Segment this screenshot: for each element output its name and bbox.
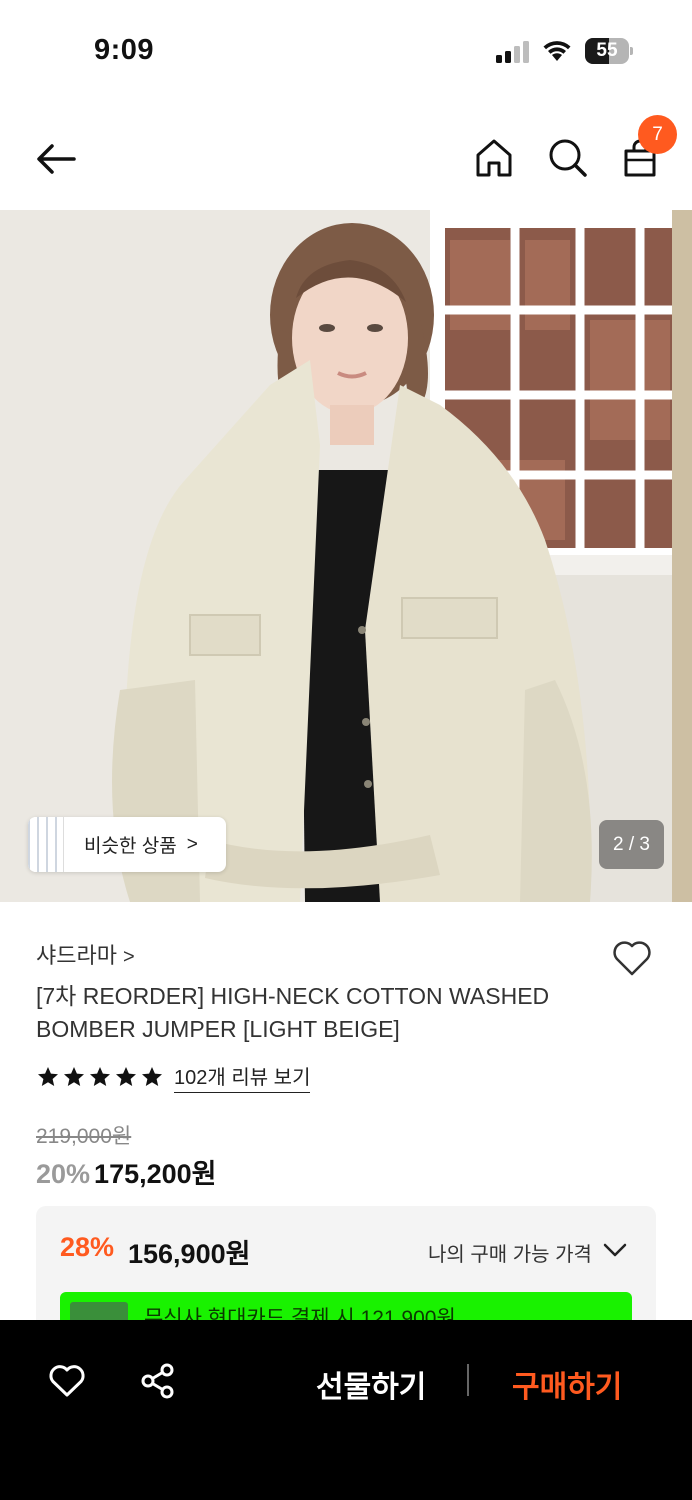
my-price-label: 나의 구매 가능 가격 — [428, 1244, 592, 1266]
best-price: 156,900원 — [128, 1239, 251, 1269]
star-icon — [38, 1067, 58, 1086]
star-icon — [142, 1067, 162, 1086]
star-rating — [36, 1065, 164, 1089]
similar-product-thumbnail — [28, 817, 64, 872]
star-icon — [64, 1067, 84, 1086]
star-icon — [116, 1067, 136, 1086]
sale-price: 175,200원 — [94, 1159, 217, 1189]
status-time: 9:09 — [94, 34, 155, 66]
product-image-gallery[interactable]: 2 / 3 — [0, 210, 692, 902]
chevron-right-icon: > — [122, 946, 135, 968]
original-price: 219,000원 — [36, 1125, 132, 1148]
discount-rate: 20% — [36, 1159, 91, 1189]
similar-products-button[interactable]: 비슷한 상품 > — [28, 817, 226, 872]
share-icon[interactable] — [139, 1362, 177, 1400]
chevron-down-icon[interactable] — [602, 1240, 628, 1260]
heart-icon[interactable] — [48, 1362, 86, 1400]
divider — [467, 1364, 469, 1396]
best-discount-rate: 28% — [60, 1232, 115, 1262]
similar-products-label: 비슷한 상품 — [84, 836, 177, 857]
brand-name: 샤드라마 — [36, 943, 117, 968]
cellular-signal-icon — [496, 41, 529, 63]
buy-button[interactable]: 구매하기 — [512, 1362, 622, 1406]
battery-icon: 55 — [585, 38, 633, 64]
wishlist-heart-icon[interactable] — [610, 936, 654, 980]
battery-level: 55 — [596, 40, 618, 61]
chevron-right-icon: > — [186, 833, 198, 855]
search-icon[interactable] — [546, 136, 590, 180]
wifi-icon — [543, 41, 571, 61]
status-bar: 9:09 55 — [0, 0, 692, 100]
top-nav — [0, 110, 692, 206]
image-pager: 2 / 3 — [599, 820, 664, 869]
rating-row: 102개 리뷰 보기 — [36, 1061, 311, 1093]
product-photo — [0, 210, 692, 902]
star-icon — [90, 1067, 110, 1086]
back-arrow-icon[interactable] — [34, 136, 80, 182]
gift-button[interactable]: 선물하기 — [316, 1362, 426, 1406]
bottom-action-bar: 선물하기 구매하기 — [0, 1320, 692, 1500]
brand-link[interactable]: 샤드라마 > — [36, 938, 135, 970]
cart-count-badge: 7 — [638, 115, 677, 154]
home-icon[interactable] — [472, 136, 516, 180]
product-title: [7차 REORDER] HIGH-NECK COTTON WASHED BOM… — [36, 983, 550, 1042]
review-link[interactable]: 102개 리뷰 보기 — [174, 1061, 311, 1093]
sale-price-row: 20% 175,200원 — [36, 1152, 217, 1191]
